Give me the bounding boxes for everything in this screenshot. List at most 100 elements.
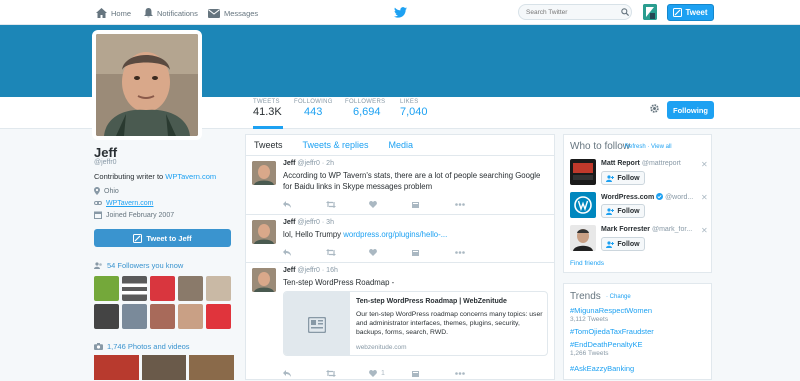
suggestion-name[interactable]: Matt Report @mattreport: [601, 160, 705, 167]
trends-change-link[interactable]: · Change: [606, 294, 631, 300]
trend-item[interactable]: #MigunaRespectWomen 3,112 Tweets: [570, 306, 710, 323]
tweet-author-name[interactable]: Jeff: [283, 219, 295, 226]
trends-panel: Trends · Change #MigunaRespectWomen 3,11…: [563, 283, 712, 380]
photo-thumbnail[interactable]: [189, 355, 235, 380]
dismiss-icon[interactable]: ✕: [701, 193, 708, 202]
find-friends-link[interactable]: Find friends: [570, 260, 604, 267]
like-button[interactable]: [369, 247, 412, 257]
retweet-button[interactable]: [326, 368, 369, 378]
envelope-icon: [208, 8, 220, 18]
retweet-button[interactable]: [326, 247, 369, 257]
tweet-avatar[interactable]: [252, 220, 276, 244]
following-button[interactable]: Following: [667, 101, 714, 119]
trend-item[interactable]: #EndDeathPenaltyKE 1,266 Tweets: [570, 340, 710, 357]
follower-avatar[interactable]: [178, 276, 203, 301]
trend-item[interactable]: #TomOjiedaTaxFraudster: [570, 327, 710, 336]
follower-avatar[interactable]: [150, 304, 175, 329]
link-preview-card[interactable]: Ten-step WordPress Roadmap | WebZenitude…: [283, 291, 548, 356]
stat-tweets[interactable]: TWEETS 41.3K: [253, 99, 283, 129]
nav-messages[interactable]: Messages: [208, 7, 258, 19]
follower-avatar[interactable]: [150, 276, 175, 301]
nav-notifications[interactable]: Notifications: [144, 7, 198, 19]
website-link[interactable]: WPTavern.com: [106, 200, 153, 207]
follow-label: Follow: [617, 207, 640, 215]
more-button[interactable]: [455, 247, 498, 257]
tab-tweets-replies[interactable]: Tweets & replies: [303, 135, 369, 156]
view-all-link[interactable]: · View all: [647, 144, 671, 150]
suggestion-avatar[interactable]: [570, 225, 596, 251]
trend-item[interactable]: #AskEazzyBanking: [570, 364, 710, 373]
tweet-time[interactable]: · 2h: [322, 160, 334, 167]
gear-icon[interactable]: [649, 103, 660, 114]
tweet-author-name[interactable]: Jeff: [283, 160, 295, 167]
follower-avatar[interactable]: [178, 304, 203, 329]
tweet-avatar[interactable]: [252, 161, 276, 185]
tweet[interactable]: Jeff @jeffr0 · 16h Ten-step WordPress Ro…: [246, 263, 554, 381]
profile-avatar[interactable]: [92, 30, 202, 140]
follow-label: Follow: [617, 174, 640, 182]
reply-button[interactable]: [283, 199, 326, 209]
follower-avatar[interactable]: [94, 304, 119, 329]
tab-tweets[interactable]: Tweets: [254, 135, 283, 156]
tweet-header: Jeff @jeffr0 · 2h: [283, 160, 334, 167]
tweet[interactable]: Jeff @jeffr0 · 2h According to WP Tavern…: [246, 156, 554, 215]
stat-following[interactable]: FOLLOWING 443: [294, 99, 334, 129]
follow-button[interactable]: Follow: [601, 171, 645, 185]
tweet-avatar-photo: [252, 220, 276, 244]
tweet[interactable]: Jeff @jeffr0 · 3h lol, Hello Trumpy word…: [246, 215, 554, 263]
more-button[interactable]: [455, 199, 498, 209]
tweet-avatar[interactable]: [252, 268, 276, 292]
suggestion-name[interactable]: WordPress.com @word...: [601, 193, 705, 201]
tab-media[interactable]: Media: [389, 135, 414, 156]
suggestion-avatar[interactable]: [570, 159, 596, 185]
dismiss-icon[interactable]: ✕: [701, 160, 708, 169]
analytics-button[interactable]: [412, 199, 455, 209]
suggestion-display-name: Mark Forrester: [601, 226, 651, 233]
bio-link[interactable]: WPTavern.com: [165, 172, 216, 181]
tweet-time[interactable]: · 16h: [322, 267, 338, 274]
profile-handle[interactable]: @jeffr0: [94, 159, 117, 166]
reply-icon: [283, 248, 291, 256]
photos-videos-header[interactable]: 1,746 Photos and videos: [94, 342, 190, 351]
location-text: Ohio: [104, 187, 119, 195]
compose-tweet-button[interactable]: Tweet: [667, 4, 714, 21]
follower-avatar[interactable]: [122, 276, 147, 301]
retweet-button[interactable]: [326, 199, 369, 209]
stat-following-value: 443: [304, 106, 323, 118]
tweet-link[interactable]: wordpress.org/plugins/hello-...: [343, 230, 447, 239]
photo-thumbnail[interactable]: [141, 355, 187, 380]
follower-avatar[interactable]: [206, 276, 231, 301]
followers-you-know-header[interactable]: 54 Followers you know: [94, 261, 183, 270]
like-button[interactable]: 1: [369, 368, 412, 378]
follower-avatar[interactable]: [206, 304, 231, 329]
photos-videos-text: 1,746 Photos and videos: [107, 342, 190, 351]
refresh-link[interactable]: · Refresh: [621, 144, 646, 150]
search-icon[interactable]: [621, 8, 629, 16]
analytics-button[interactable]: [412, 368, 455, 378]
retweet-icon: [326, 369, 336, 377]
nav-home[interactable]: Home: [96, 7, 131, 19]
reply-button[interactable]: [283, 368, 326, 378]
more-button[interactable]: [455, 368, 498, 378]
suggestion-avatar[interactable]: [570, 192, 596, 218]
tweet-author-name[interactable]: Jeff: [283, 267, 295, 274]
search-input[interactable]: [518, 4, 632, 20]
follow-button[interactable]: Follow: [601, 237, 645, 251]
photo-thumbnail[interactable]: [94, 355, 139, 380]
dismiss-icon[interactable]: ✕: [701, 226, 708, 235]
reply-icon: [283, 369, 291, 377]
analytics-button[interactable]: [412, 247, 455, 257]
account-avatar[interactable]: [643, 4, 657, 20]
heart-icon: [369, 248, 377, 256]
suggestion-name[interactable]: Mark Forrester @mark_for...: [601, 226, 705, 233]
tweet-to-button[interactable]: Tweet to Jeff: [94, 229, 231, 247]
tweet-time[interactable]: · 3h: [322, 219, 334, 226]
follower-avatar[interactable]: [94, 276, 119, 301]
follow-button[interactable]: Follow: [601, 204, 645, 218]
like-button[interactable]: [369, 199, 412, 209]
stat-likes[interactable]: LIKES 7,040: [400, 99, 430, 129]
stat-followers[interactable]: FOLLOWERS 6,694: [345, 99, 387, 129]
follower-avatar[interactable]: [122, 304, 147, 329]
twitter-bird-logo-icon[interactable]: [394, 7, 407, 18]
reply-button[interactable]: [283, 247, 326, 257]
